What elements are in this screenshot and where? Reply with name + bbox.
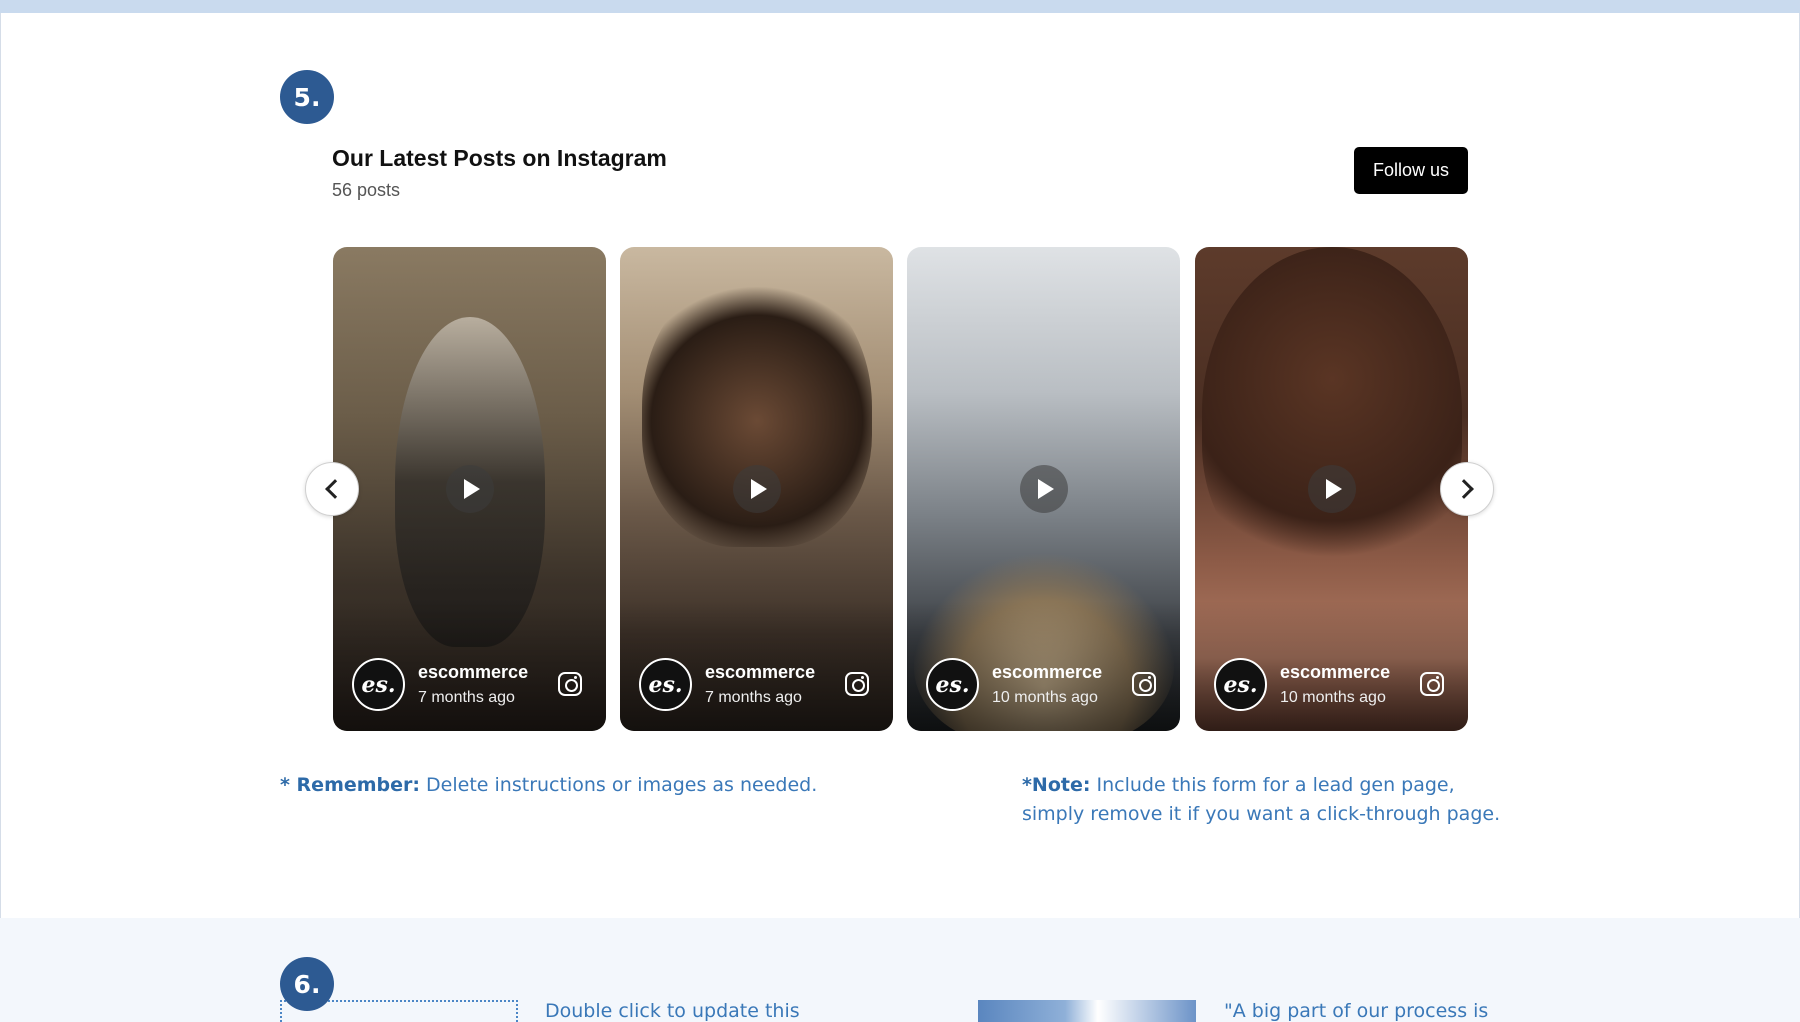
- play-icon[interactable]: [1019, 465, 1068, 513]
- instagram-icon[interactable]: [1132, 672, 1156, 696]
- post-card[interactable]: es. escommerce 7 months ago: [333, 247, 606, 731]
- play-icon[interactable]: [732, 465, 781, 513]
- post-time: 10 months ago: [1280, 689, 1386, 706]
- testimonial-photo: [978, 1000, 1196, 1022]
- form-note: *Note: Include this form for a lead gen …: [1022, 771, 1512, 829]
- post-card[interactable]: es. escommerce 7 months ago: [620, 247, 893, 731]
- avatar: es.: [352, 658, 405, 711]
- step-badge: 6.: [280, 957, 334, 1011]
- section-six: [0, 918, 1800, 1022]
- instagram-icon[interactable]: [1420, 672, 1444, 696]
- post-time: 7 months ago: [418, 689, 515, 706]
- post-username: escommerce: [705, 662, 816, 682]
- remember-label: * Remember:: [280, 774, 421, 796]
- post-photo: [1201, 247, 1462, 577]
- post-username: escommerce: [418, 662, 529, 682]
- instagram-icon[interactable]: [845, 672, 869, 696]
- remember-text: Delete instructions or images as needed.: [420, 774, 818, 796]
- carousel-prev-button[interactable]: [305, 462, 359, 516]
- testimonial-quote: "A big part of our process is: [1224, 1000, 1489, 1022]
- step-badge: 5.: [280, 70, 334, 124]
- post-time: 7 months ago: [705, 689, 802, 706]
- note-label: *Note:: [1022, 774, 1091, 796]
- note-text: Include this form for a lead gen page, s…: [1022, 774, 1501, 825]
- top-strip: [0, 0, 1800, 13]
- play-icon[interactable]: [445, 465, 494, 513]
- instagram-icon[interactable]: [558, 672, 582, 696]
- feed-title: Our Latest Posts on Instagram: [332, 145, 667, 171]
- follow-us-button[interactable]: Follow us: [1354, 147, 1468, 194]
- post-time: 10 months ago: [992, 689, 1098, 706]
- post-card[interactable]: es. escommerce 10 months ago: [907, 247, 1180, 731]
- remember-note: * Remember: Delete instructions or image…: [280, 771, 840, 800]
- post-count: 56 posts: [332, 180, 401, 200]
- chevron-right-icon: [1454, 479, 1474, 499]
- post-username: escommerce: [992, 662, 1103, 682]
- section-six-text[interactable]: Double click to update this: [545, 1000, 800, 1022]
- post-username: escommerce: [1280, 662, 1391, 682]
- page-frame: [0, 0, 1800, 1022]
- avatar: es.: [639, 658, 692, 711]
- carousel-next-button[interactable]: [1440, 462, 1494, 516]
- avatar: es.: [1214, 658, 1267, 711]
- post-card[interactable]: es. escommerce 10 months ago: [1195, 247, 1468, 731]
- avatar: es.: [926, 658, 979, 711]
- chevron-left-icon: [325, 479, 345, 499]
- play-icon[interactable]: [1307, 465, 1356, 513]
